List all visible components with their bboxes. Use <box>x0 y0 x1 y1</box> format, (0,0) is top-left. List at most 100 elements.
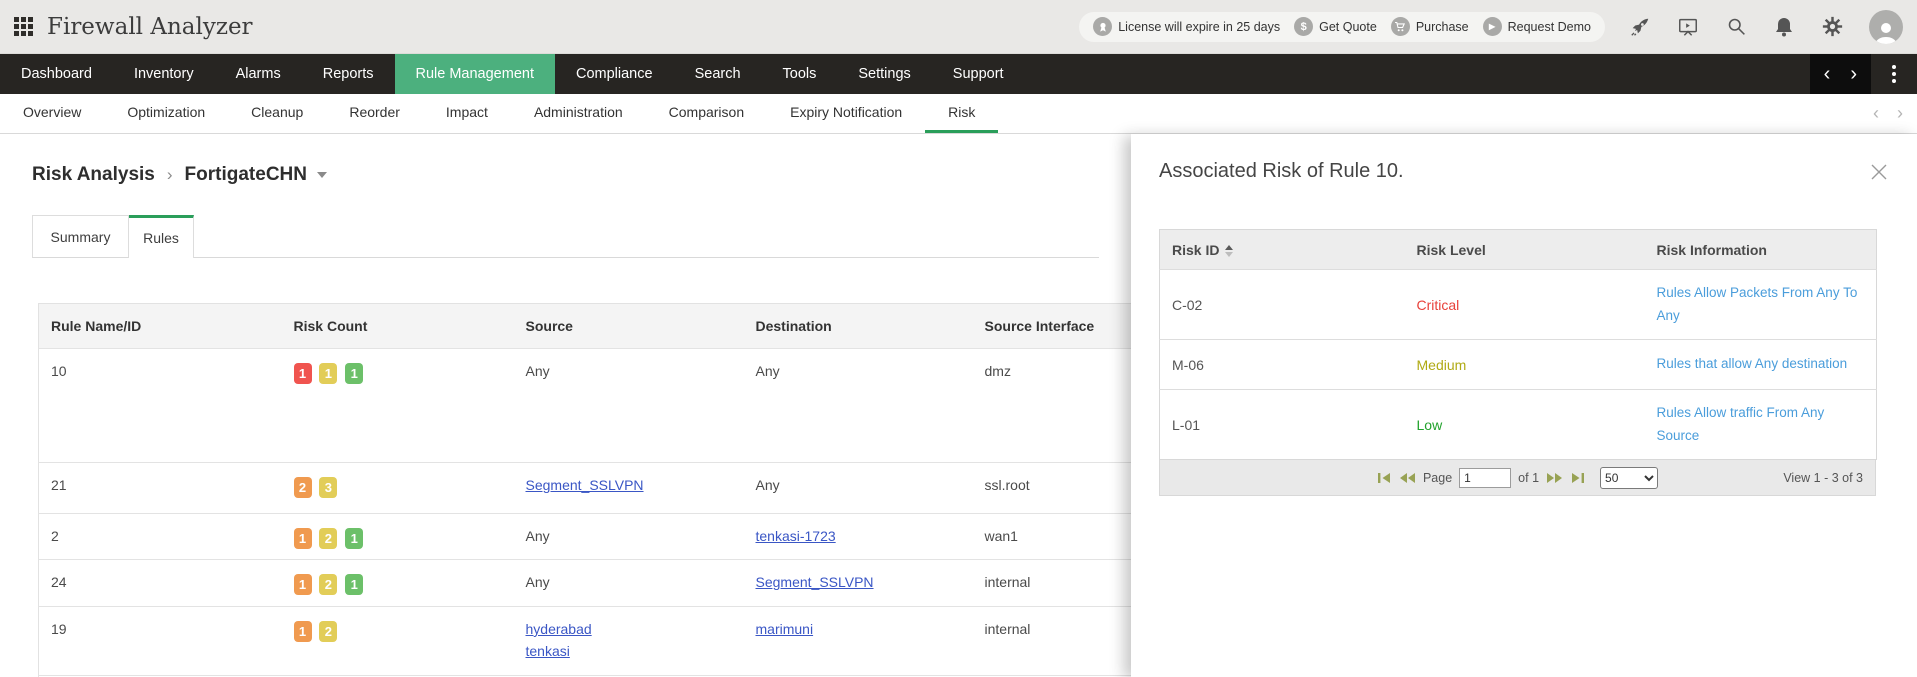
app-header: Firewall Analyzer License will expire in… <box>0 0 1917 54</box>
nav-item-dashboard[interactable]: Dashboard <box>0 54 113 94</box>
risk-count-badge-low[interactable]: 1 <box>345 574 363 595</box>
search-icon[interactable] <box>1725 16 1747 38</box>
risk-count-badge-medium[interactable]: 2 <box>319 528 337 549</box>
panel-title: Associated Risk of Rule 10. <box>1159 160 1404 183</box>
tab-rules[interactable]: Rules <box>129 215 194 258</box>
get-quote-label: Get Quote <box>1319 20 1377 34</box>
subnav-item-administration[interactable]: Administration <box>511 94 646 133</box>
device-name: FortigateCHN <box>185 164 307 186</box>
subnav-item-expiry-notification[interactable]: Expiry Notification <box>767 94 925 133</box>
col-rule-name-id: Rule Name/ID <box>39 304 282 349</box>
device-selector[interactable]: FortigateCHN <box>185 164 327 186</box>
nav-item-rule-management[interactable]: Rule Management <box>395 54 556 94</box>
demo-screen-icon[interactable] <box>1677 16 1699 38</box>
rule-management-subnav: Overview Optimization Cleanup Reorder Im… <box>0 94 1917 134</box>
last-page-icon[interactable] <box>1570 472 1585 484</box>
nav-scroll-right-icon[interactable]: › <box>1850 64 1857 84</box>
associated-risk-table: Risk ID Risk Level Risk Information C-02… <box>1159 229 1877 460</box>
source-link[interactable]: hyderabad <box>526 621 736 637</box>
risk-count-badge-medium[interactable]: 2 <box>319 574 337 595</box>
cart-icon <box>1391 17 1410 36</box>
subnav-item-comparison[interactable]: Comparison <box>646 94 767 133</box>
getting-started-rocket-icon[interactable] <box>1629 16 1651 38</box>
risk-count-badge-high[interactable]: 1 <box>294 574 312 595</box>
risk-level-medium: Medium <box>1417 357 1467 373</box>
risk-tabs: Summary Rules <box>32 215 1099 258</box>
risk-count-badge-low[interactable]: 1 <box>345 363 363 384</box>
source-link[interactable]: tenkasi <box>526 643 736 659</box>
risk-count-badge-critical[interactable]: 1 <box>294 363 312 384</box>
subnav-scroll-left-icon[interactable]: ‹ <box>1873 103 1879 124</box>
risk-info-link[interactable]: Rules Allow traffic From Any Source <box>1657 402 1867 447</box>
risk-info-link[interactable]: Rules Allow Packets From Any To Any <box>1657 282 1867 327</box>
subnav-item-optimization[interactable]: Optimization <box>104 94 228 133</box>
rule-id: 21 <box>39 463 282 514</box>
rule-id: 19 <box>39 607 282 676</box>
notifications-bell-icon[interactable] <box>1773 16 1795 38</box>
nav-item-alarms[interactable]: Alarms <box>215 54 302 94</box>
first-page-icon[interactable] <box>1377 472 1392 484</box>
source-cell: Any <box>514 560 744 607</box>
associated-risk-panel: Associated Risk of Rule 10. Risk ID Risk… <box>1131 134 1917 677</box>
destination-link[interactable]: Segment_SSLVPN <box>756 574 874 590</box>
get-quote-button[interactable]: $ Get Quote <box>1294 17 1377 36</box>
risk-count-badge-high[interactable]: 1 <box>294 621 312 642</box>
previous-page-icon[interactable] <box>1399 472 1416 484</box>
nav-scroll-left-icon[interactable]: ‹ <box>1824 64 1831 84</box>
table-row: C-02 Critical Rules Allow Packets From A… <box>1160 270 1877 340</box>
source-link[interactable]: Segment_SSLVPN <box>526 477 644 493</box>
dollar-icon: $ <box>1294 17 1313 36</box>
destination-link[interactable]: marimuni <box>756 621 814 637</box>
nav-item-support[interactable]: Support <box>932 54 1025 94</box>
user-avatar[interactable] <box>1869 10 1903 44</box>
subnav-item-cleanup[interactable]: Cleanup <box>228 94 326 133</box>
col-risk-id[interactable]: Risk ID <box>1160 230 1405 270</box>
risk-id-cell: L-01 <box>1160 390 1405 460</box>
risk-info-link[interactable]: Rules that allow Any destination <box>1657 353 1867 375</box>
view-range-text: View 1 - 3 of 3 <box>1783 471 1863 485</box>
settings-gear-icon[interactable] <box>1821 16 1843 38</box>
col-risk-information: Risk Information <box>1645 230 1877 270</box>
risk-count-badge-high[interactable]: 2 <box>294 477 312 498</box>
rule-id: 10 <box>39 349 282 463</box>
nav-item-settings[interactable]: Settings <box>837 54 931 94</box>
risk-table-header: Risk ID Risk Level Risk Information <box>1160 230 1877 270</box>
subnav-item-overview[interactable]: Overview <box>0 94 104 133</box>
risk-count-badge-medium[interactable]: 2 <box>319 621 337 642</box>
risk-count-badge-low[interactable]: 1 <box>345 528 363 549</box>
subnav-item-reorder[interactable]: Reorder <box>326 94 423 133</box>
next-page-icon[interactable] <box>1546 472 1563 484</box>
more-menu-kebab-icon[interactable] <box>1871 65 1917 83</box>
pagination-bar: Page of 1 50 View 1 - 3 of 3 <box>1159 460 1876 496</box>
nav-item-compliance[interactable]: Compliance <box>555 54 674 94</box>
page-size-select[interactable]: 50 <box>1600 467 1658 489</box>
rule-id: 24 <box>39 560 282 607</box>
request-demo-button[interactable]: ▶ Request Demo <box>1483 17 1591 36</box>
nav-item-inventory[interactable]: Inventory <box>113 54 215 94</box>
risk-count-badge-medium[interactable]: 3 <box>319 477 337 498</box>
license-badge-icon <box>1093 17 1112 36</box>
sort-icon[interactable] <box>1225 245 1233 257</box>
nav-item-search[interactable]: Search <box>674 54 762 94</box>
risk-id-cell: C-02 <box>1160 270 1405 340</box>
subnav-scroll-right-icon[interactable]: › <box>1897 103 1903 124</box>
nav-item-reports[interactable]: Reports <box>302 54 395 94</box>
subnav-item-impact[interactable]: Impact <box>423 94 511 133</box>
subnav-item-risk[interactable]: Risk <box>925 94 998 133</box>
col-risk-level: Risk Level <box>1405 230 1645 270</box>
destination-link[interactable]: tenkasi-1723 <box>756 528 836 544</box>
purchase-label: Purchase <box>1416 20 1469 34</box>
close-icon[interactable] <box>1869 162 1889 187</box>
purchase-button[interactable]: Purchase <box>1391 17 1469 36</box>
main-nav: Dashboard Inventory Alarms Reports Rule … <box>0 54 1917 94</box>
rule-id: 2 <box>39 514 282 560</box>
apps-grid-icon[interactable] <box>14 17 33 36</box>
app-title: Firewall Analyzer <box>47 14 253 40</box>
nav-item-tools[interactable]: Tools <box>762 54 838 94</box>
risk-count-badge-high[interactable]: 1 <box>294 528 312 549</box>
breadcrumb: Risk Analysis › FortigateCHN <box>32 164 1099 186</box>
risk-count-badge-medium[interactable]: 1 <box>319 363 337 384</box>
page-number-input[interactable] <box>1459 468 1511 488</box>
tab-summary[interactable]: Summary <box>32 215 129 258</box>
col-risk-count: Risk Count <box>282 304 514 349</box>
